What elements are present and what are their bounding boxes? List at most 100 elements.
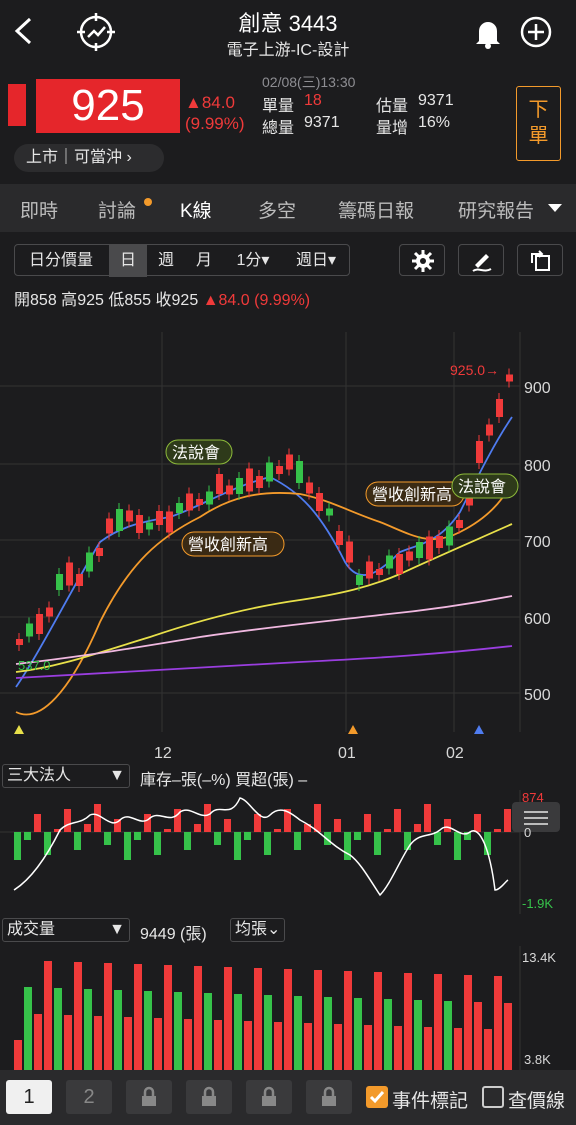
total-vol-label: 總量 [262, 120, 295, 137]
order-button[interactable]: 下單 [516, 86, 561, 161]
seg-week-day[interactable]: 週日▾ [283, 245, 349, 277]
add-icon[interactable] [518, 14, 554, 50]
candle-body [376, 569, 383, 575]
close-value: 925 [171, 292, 199, 309]
tab-research[interactable]: 研究報告 [458, 196, 536, 223]
period-selector: 日分價量 日 週 月 1分▾ 週日▾ [14, 244, 350, 277]
open-value: 858 [30, 292, 57, 309]
event-marker-orange [348, 725, 358, 734]
quote-marker [8, 84, 26, 126]
candle-body [496, 399, 503, 417]
institutional-chart[interactable]: 874 0 -1.9K [0, 790, 576, 914]
tab-realtime[interactable]: 即時 [20, 196, 58, 223]
inst-bar [384, 829, 391, 832]
vol-bar [164, 965, 172, 1070]
seg-day-price-vol[interactable]: 日分價量 [15, 245, 107, 277]
candle-body [276, 466, 283, 474]
vol-bar [414, 1000, 422, 1070]
rotate-button[interactable] [517, 244, 563, 276]
event-tag-4[interactable]: 法說會 [451, 473, 519, 499]
price-line-checkbox[interactable] [482, 1086, 504, 1108]
locked-slot-3[interactable] [246, 1080, 292, 1114]
candle-body [36, 614, 43, 634]
tab-discussion[interactable]: 討論 [98, 196, 136, 223]
locked-slot-2[interactable] [186, 1080, 232, 1114]
event-tag-1[interactable]: 法說會 [165, 439, 233, 465]
candle-body [336, 531, 343, 545]
candle-body [356, 575, 363, 585]
inst-bar [224, 819, 231, 832]
market-tag[interactable]: 上市｜可當沖 › [14, 144, 164, 172]
y-tick-600: 600 [524, 611, 551, 628]
seg-day[interactable]: 日 [109, 245, 147, 277]
last-price: 925 [36, 79, 180, 133]
tab-chip-daily[interactable]: 籌碼日報 [338, 196, 414, 223]
layout-1-button[interactable]: 1 [6, 1080, 52, 1114]
event-mark-label: 事件標記 [392, 1091, 469, 1112]
candle-body [86, 552, 93, 572]
bell-icon[interactable] [470, 14, 506, 50]
tab-kline[interactable]: K線 [180, 196, 212, 223]
vol-bar [334, 1024, 342, 1070]
candle-body [236, 478, 243, 494]
inst-bar [444, 819, 451, 832]
inst-bar [214, 832, 221, 845]
last-price-tag: 925.0→ [450, 362, 499, 378]
est-vol: 9371 [418, 92, 454, 109]
inst-bar [334, 819, 341, 832]
candle-body [76, 574, 83, 586]
event-tag-2[interactable]: 營收創新高 [181, 531, 285, 557]
inst-bar [454, 832, 461, 860]
tab-more-icon[interactable] [546, 202, 564, 214]
vol-select-label: 成交量 [7, 921, 56, 938]
inst-bar [64, 809, 71, 832]
volume-chart[interactable]: 13.4K 3.8K [0, 946, 576, 1070]
event-tag-3[interactable]: 營收創新高 [365, 481, 465, 507]
vol-bar [424, 1027, 432, 1070]
event-tag-2-label: 營收創新高 [188, 536, 268, 554]
vol-select[interactable]: 成交量 ▼ [2, 918, 130, 942]
inst-bar [394, 809, 401, 832]
inst-bar [314, 804, 321, 832]
ma-10-line [15, 481, 513, 716]
candlestick-chart[interactable]: 900 800 700 600 500 12 01 02 925.0→ 537.… [0, 312, 576, 762]
inst-bar [264, 832, 271, 855]
draw-button[interactable] [458, 244, 504, 276]
event-mark-checkbox[interactable] [366, 1086, 388, 1108]
avg-lot-select[interactable]: 均張⌄ [230, 918, 286, 942]
candle-body [386, 555, 393, 569]
locked-slot-1[interactable] [126, 1080, 172, 1114]
inst-select[interactable]: 三大法人 ▼ [2, 764, 130, 788]
candle-body [206, 491, 213, 505]
layout-2-button[interactable]: 2 [66, 1080, 112, 1114]
ohlc-change: ▲84.0 (9.99%) [202, 292, 311, 309]
locked-slot-4[interactable] [306, 1080, 352, 1114]
tab-bar: 即時 討論 K線 多空 籌碼日報 研究報告 [0, 184, 576, 232]
inst-bar [244, 832, 251, 840]
vol-bar [324, 997, 332, 1070]
seg-minute[interactable]: 1分▾ [225, 245, 281, 277]
inst-select-label: 三大法人 [7, 767, 72, 784]
x-tick-02: 02 [446, 745, 464, 762]
vol-bar [264, 995, 272, 1070]
vol-bar [444, 1001, 452, 1070]
candle-body [306, 482, 313, 494]
inst-bottom-label: -1.9K [522, 896, 553, 911]
candle-body [346, 541, 353, 563]
unread-dot [144, 198, 152, 206]
inst-bar [294, 832, 301, 850]
candle-body [396, 554, 403, 574]
vol-bar [274, 1022, 282, 1070]
close-label: 收 [155, 292, 172, 309]
settings-button[interactable] [399, 244, 445, 276]
vol-bar [314, 970, 322, 1070]
inst-bar [274, 829, 281, 832]
candle-body [146, 522, 153, 530]
vol-bar [384, 999, 392, 1070]
seg-week[interactable]: 週 [147, 245, 185, 277]
candle-body [226, 485, 233, 495]
inst-bar [144, 814, 151, 832]
lock-icon [262, 1086, 276, 1106]
seg-month[interactable]: 月 [185, 245, 223, 277]
tab-bull-bear[interactable]: 多空 [258, 196, 296, 223]
